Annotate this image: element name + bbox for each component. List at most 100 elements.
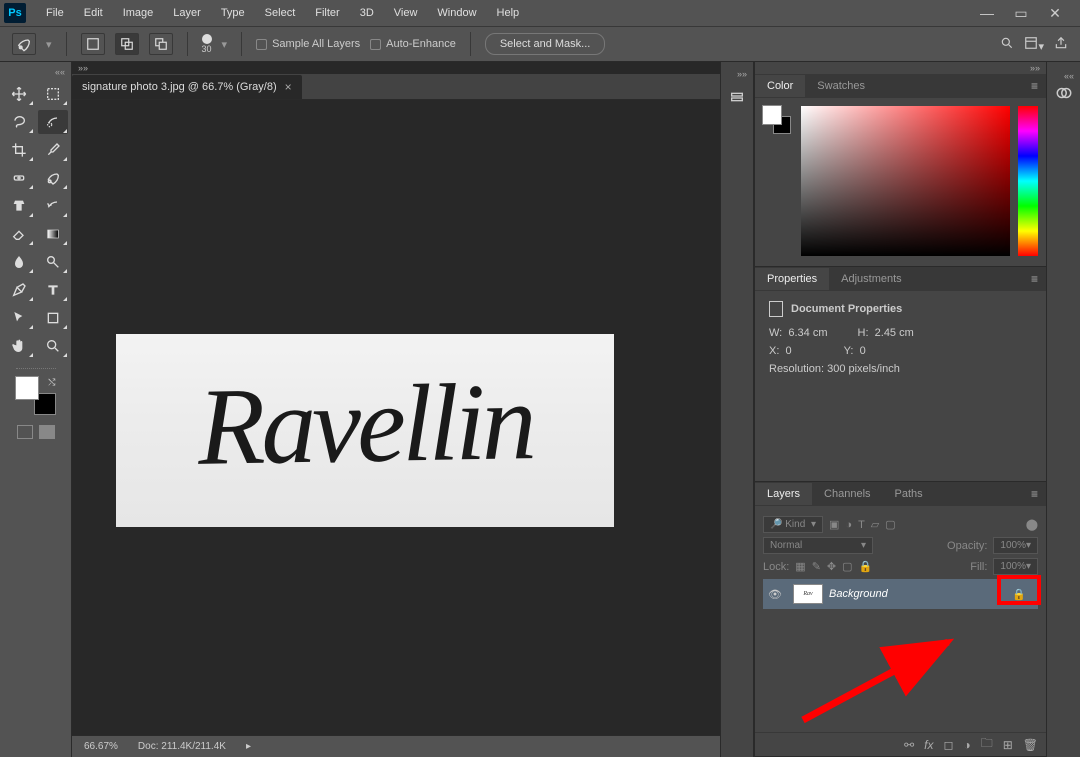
lock-transparency-icon[interactable]: ▦	[795, 560, 805, 573]
document-canvas[interactable]: Ravellin	[116, 334, 614, 527]
hue-slider[interactable]	[1018, 106, 1038, 256]
filter-type-icon[interactable]: T	[858, 519, 865, 531]
collapse-toolbox[interactable]: ««	[0, 66, 71, 78]
add-selection-icon[interactable]	[115, 33, 139, 55]
window-minimize[interactable]: —	[976, 4, 998, 22]
status-arrow-icon[interactable]: ▸	[246, 741, 251, 752]
history-panel-icon[interactable]	[726, 88, 748, 108]
foreground-background-color[interactable]: ⤭	[16, 377, 56, 415]
add-mask-icon[interactable]: ◻	[943, 738, 953, 752]
menu-filter[interactable]: Filter	[305, 7, 349, 19]
brush-size-preview[interactable]: 30	[202, 34, 212, 54]
hand-tool[interactable]	[4, 334, 34, 358]
brush-tool[interactable]	[38, 166, 68, 190]
filter-smart-icon[interactable]: ▢	[885, 518, 895, 531]
filter-shape-icon[interactable]: ▱	[871, 518, 879, 531]
lock-artboard-icon[interactable]: ▢	[842, 560, 852, 573]
panel-fgbg[interactable]	[763, 106, 793, 258]
tab-paths[interactable]: Paths	[883, 483, 935, 505]
menu-window[interactable]: Window	[427, 7, 486, 19]
auto-enhance-checkbox[interactable]: Auto-Enhance	[370, 38, 456, 50]
tab-layers[interactable]: Layers	[755, 483, 812, 505]
menu-view[interactable]: View	[384, 7, 428, 19]
collapse-right[interactable]: »»	[755, 62, 1046, 74]
blur-tool[interactable]	[4, 250, 34, 274]
dodge-tool[interactable]	[38, 250, 68, 274]
filter-pixel-icon[interactable]: ▣	[829, 518, 839, 531]
canvas-area[interactable]: Ravellin	[72, 100, 720, 735]
crop-tool[interactable]	[4, 138, 34, 162]
window-maximize[interactable]: ▭	[1010, 4, 1032, 22]
menu-layer[interactable]: Layer	[163, 7, 211, 19]
path-selection-tool[interactable]	[4, 306, 34, 330]
sample-all-layers-checkbox[interactable]: Sample All Layers	[256, 38, 360, 50]
layer-filter-kind[interactable]: 🔎 Kind▾	[763, 516, 823, 533]
select-and-mask-button[interactable]: Select and Mask...	[485, 33, 606, 55]
quick-mask-toggle[interactable]	[17, 425, 55, 439]
new-group-icon[interactable]: 🗀	[981, 734, 993, 755]
quick-selection-tool[interactable]	[38, 110, 68, 134]
shape-tool[interactable]	[38, 306, 68, 330]
menu-3d[interactable]: 3D	[350, 7, 384, 19]
fill-input[interactable]: 100%▾	[993, 558, 1038, 575]
layer-name[interactable]: Background	[829, 588, 888, 600]
history-brush-tool[interactable]	[38, 194, 68, 218]
layer-fx-icon[interactable]: fx	[924, 738, 933, 752]
eyedropper-tool[interactable]	[38, 138, 68, 162]
close-tab-icon[interactable]: ×	[285, 80, 292, 94]
current-tool-icon[interactable]	[12, 33, 36, 55]
lock-pixels-icon[interactable]: ✎	[812, 560, 821, 573]
menu-image[interactable]: Image	[113, 7, 164, 19]
menu-file[interactable]: File	[36, 7, 74, 19]
lock-all-icon[interactable]: 🔒	[859, 560, 873, 573]
link-layers-icon[interactable]: ⚯	[904, 738, 914, 752]
search-icon[interactable]	[1000, 36, 1014, 53]
filter-toggle[interactable]: ⬤	[1026, 518, 1038, 531]
lasso-tool[interactable]	[4, 110, 34, 134]
delete-layer-icon[interactable]: 🗑	[1023, 738, 1038, 752]
tab-channels[interactable]: Channels	[812, 483, 882, 505]
layer-lock-icon[interactable]: 🔒	[1010, 585, 1028, 603]
subtract-selection-icon[interactable]	[149, 33, 173, 55]
props-panel-menu-icon[interactable]: ≡	[1023, 272, 1046, 286]
gradient-tool[interactable]	[38, 222, 68, 246]
share-icon[interactable]	[1054, 36, 1068, 53]
menu-select[interactable]: Select	[255, 7, 306, 19]
tab-adjustments[interactable]: Adjustments	[829, 268, 914, 290]
lock-position-icon[interactable]: ✥	[827, 560, 836, 573]
doc-size[interactable]: Doc: 211.4K/211.4K	[138, 741, 226, 752]
tab-swatches[interactable]: Swatches	[805, 75, 877, 97]
layer-row-background[interactable]: 👁 Rav Background 🔒	[763, 579, 1038, 609]
new-selection-icon[interactable]	[81, 33, 105, 55]
new-layer-icon[interactable]: ⊞	[1003, 738, 1013, 752]
color-field[interactable]	[801, 106, 1010, 256]
menu-help[interactable]: Help	[487, 7, 530, 19]
clone-stamp-tool[interactable]	[4, 194, 34, 218]
expand-left[interactable]: »»	[72, 62, 720, 74]
add-adjustment-icon[interactable]: ◑	[963, 738, 970, 752]
workspace-icon[interactable]: ▾	[1024, 36, 1044, 53]
opacity-input[interactable]: 100%▾	[993, 537, 1038, 554]
move-tool[interactable]	[4, 82, 34, 106]
pen-tool[interactable]	[4, 278, 34, 302]
tab-properties[interactable]: Properties	[755, 268, 829, 290]
marquee-tool[interactable]	[38, 82, 68, 106]
layer-thumbnail[interactable]: Rav	[793, 584, 823, 604]
expand-dock[interactable]: »»	[721, 68, 753, 80]
zoom-level[interactable]: 66.67%	[84, 741, 118, 752]
color-panel-menu-icon[interactable]: ≡	[1023, 79, 1046, 93]
healing-brush-tool[interactable]	[4, 166, 34, 190]
tab-color[interactable]: Color	[755, 75, 805, 97]
window-close[interactable]: ✕	[1044, 4, 1066, 22]
type-tool[interactable]	[38, 278, 68, 302]
menu-type[interactable]: Type	[211, 7, 255, 19]
zoom-tool[interactable]	[38, 334, 68, 358]
blend-mode-select[interactable]: Normal▾	[763, 537, 873, 554]
filter-adjust-icon[interactable]: ◑	[845, 519, 852, 531]
menu-edit[interactable]: Edit	[74, 7, 113, 19]
visibility-toggle-icon[interactable]: 👁	[763, 588, 787, 601]
expand-cc[interactable]: ««	[1047, 70, 1080, 82]
document-tab[interactable]: signature photo 3.jpg @ 66.7% (Gray/8) ×	[72, 75, 302, 99]
cc-libraries-icon[interactable]	[1053, 82, 1075, 104]
layers-panel-menu-icon[interactable]: ≡	[1023, 487, 1046, 501]
